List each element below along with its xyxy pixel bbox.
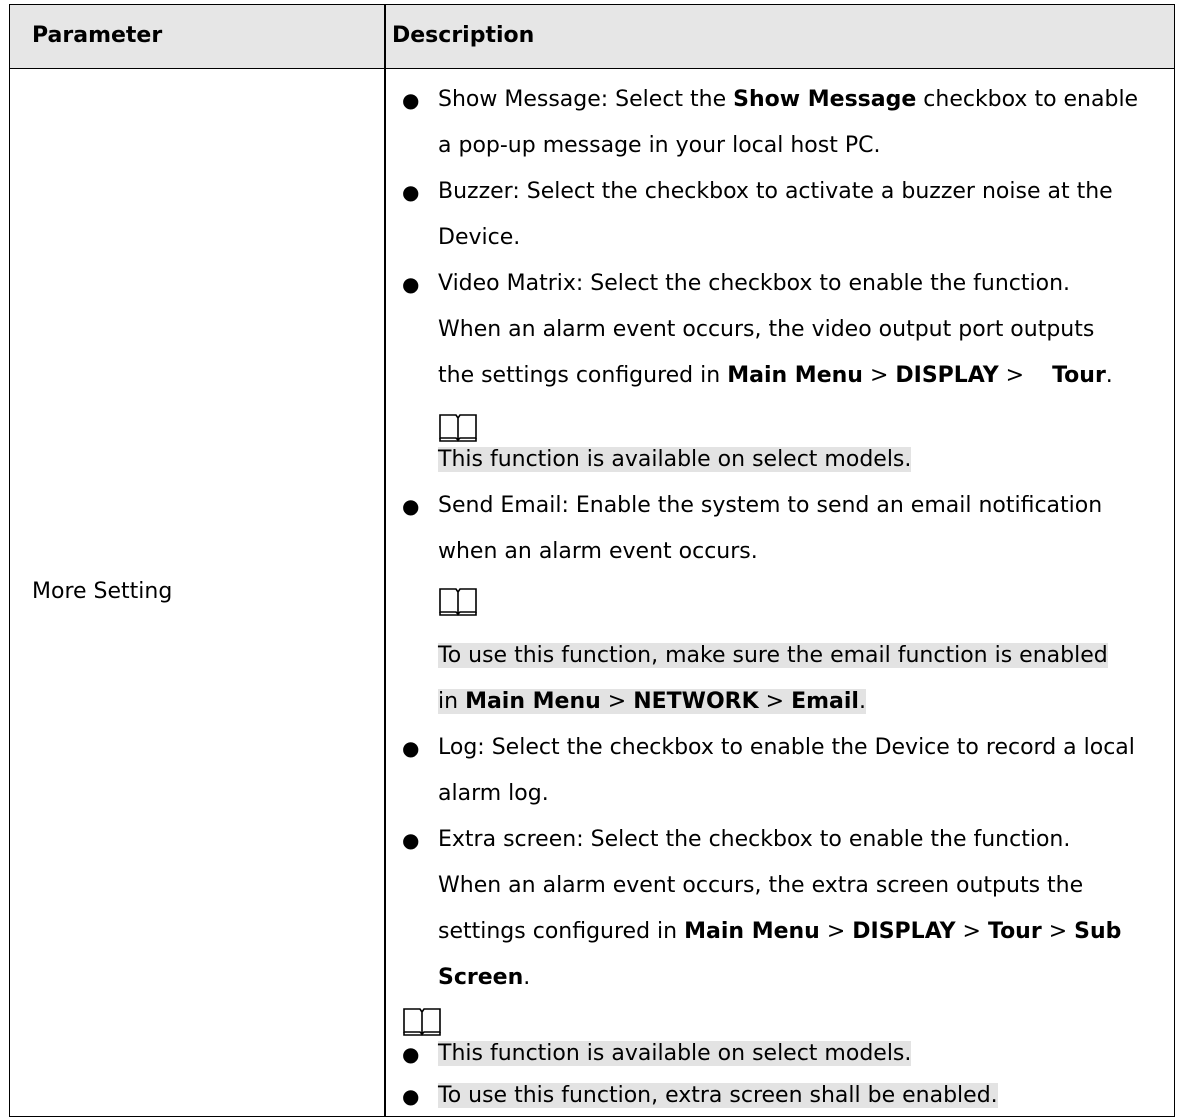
- parameter-name: More Setting: [32, 579, 173, 604]
- table-header: Parameter Description: [10, 5, 1174, 69]
- header-parameter: Parameter: [32, 23, 163, 48]
- desc-line: Screen.: [438, 965, 531, 990]
- desc-line: Video Matrix: Select the checkbox to ena…: [438, 271, 1071, 296]
- desc-line: Buzzer: Select the checkbox to activate …: [438, 179, 1113, 204]
- bullet: ●: [402, 1042, 420, 1066]
- desc-line: Extra screen: Select the checkbox to ena…: [438, 827, 1071, 852]
- bullet: ●: [402, 1084, 420, 1108]
- desc-line: Device.: [438, 225, 521, 250]
- header-description: Description: [392, 23, 535, 48]
- bullet: ●: [402, 494, 420, 518]
- desc-line: When an alarm event occurs, the video ou…: [438, 317, 1095, 342]
- note-line: To use this function, extra screen shall…: [438, 1083, 998, 1108]
- bullet: ●: [402, 180, 420, 204]
- bullet: ●: [402, 828, 420, 852]
- note-line: To use this function, make sure the emai…: [438, 643, 1108, 668]
- book-note-icon: [439, 588, 477, 616]
- desc-line: Send Email: Enable the system to send an…: [438, 493, 1103, 518]
- note-line: in Main Menu > NETWORK > Email.: [438, 689, 866, 714]
- desc-line: alarm log.: [438, 781, 549, 806]
- column-divider: [384, 5, 386, 1116]
- bullet: ●: [402, 88, 420, 112]
- desc-line: a pop-up message in your local host PC.: [438, 133, 881, 158]
- bullet: ●: [402, 736, 420, 760]
- parameter-table: Parameter Description More Setting ● Sho…: [9, 4, 1175, 1117]
- desc-line: when an alarm event occurs.: [438, 539, 758, 564]
- desc-line: settings configured in Main Menu > DISPL…: [438, 919, 1122, 944]
- desc-line: Show Message: Select the Show Message ch…: [438, 87, 1139, 112]
- desc-line: the settings configured in Main Menu > D…: [438, 363, 1113, 388]
- note-line: This function is available on select mod…: [438, 447, 912, 472]
- bullet: ●: [402, 272, 420, 296]
- note-line: This function is available on select mod…: [438, 1041, 912, 1066]
- desc-line: Log: Select the checkbox to enable the D…: [438, 735, 1135, 760]
- desc-line: When an alarm event occurs, the extra sc…: [438, 873, 1084, 898]
